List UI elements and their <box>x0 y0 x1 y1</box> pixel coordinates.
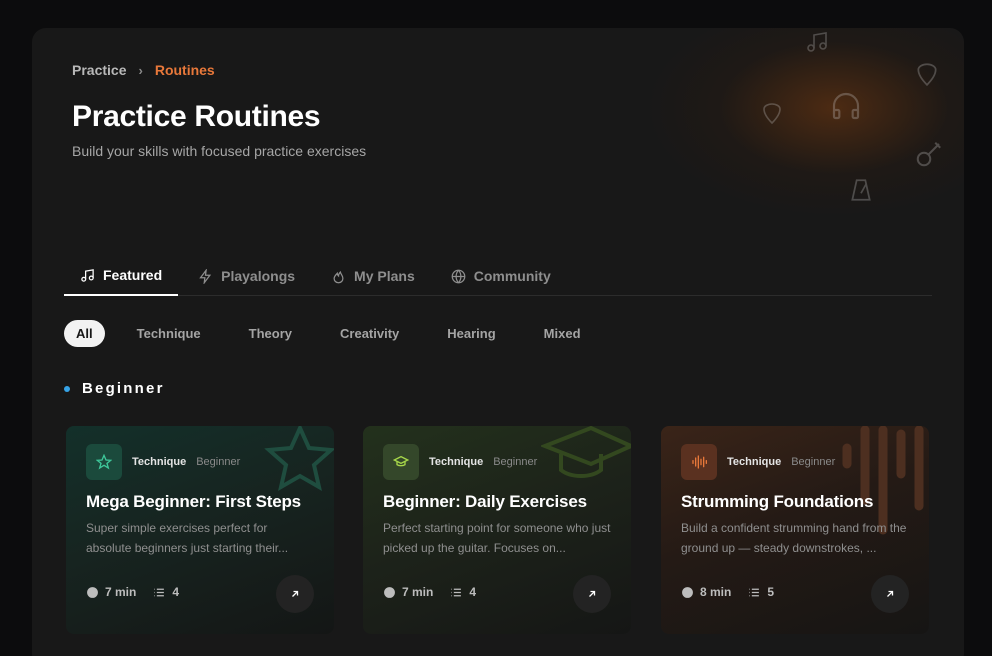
card-header: Technique Beginner <box>86 444 240 480</box>
card-category: Technique <box>429 456 484 468</box>
card-meta: 8 min 5 <box>681 585 774 599</box>
card-duration: 8 min <box>700 585 732 599</box>
flame-icon <box>333 270 344 283</box>
open-routine-button[interactable] <box>871 575 909 613</box>
tab-bar: Featured Playalongs My Plans Community <box>64 256 932 296</box>
tab-label: Playalongs <box>221 268 296 284</box>
arrow-up-right-icon <box>887 590 894 597</box>
globe-icon <box>451 269 466 283</box>
card-description: Super simple exercises perfect for absol… <box>86 521 289 555</box>
arrow-up-right-icon <box>589 590 596 597</box>
breadcrumb-separator: › <box>138 62 143 78</box>
tab-playalongs[interactable]: Playalongs <box>182 256 311 296</box>
card-icon-box <box>383 444 419 480</box>
tab-community[interactable]: Community <box>435 256 567 296</box>
card-category: Technique <box>727 456 782 468</box>
music-note-icon <box>807 32 827 52</box>
card-description: Perfect starting point for someone who j… <box>383 521 611 555</box>
filter-theory[interactable]: Theory <box>229 320 312 347</box>
category-filters: All Technique Theory Creativity Hearing … <box>64 320 601 347</box>
filter-technique[interactable]: Technique <box>117 320 221 347</box>
card-header: Technique Beginner <box>383 444 537 480</box>
metronome-icon <box>851 179 871 201</box>
card-exercise-count: 5 <box>767 585 775 599</box>
routine-card[interactable]: Technique Beginner Mega Beginner: First … <box>66 426 334 634</box>
card-description: Build a confident strumming hand from th… <box>681 521 907 555</box>
tab-label: Featured <box>103 267 163 283</box>
list-icon <box>154 588 165 596</box>
card-icon-box <box>681 444 717 480</box>
routine-card[interactable]: Technique Beginner Beginner: Daily Exerc… <box>363 426 631 634</box>
card-exercise-count: 4 <box>469 585 477 599</box>
card-category: Technique <box>132 456 187 468</box>
card-title: Mega Beginner: First Steps <box>86 492 301 511</box>
card-level: Beginner <box>791 456 836 468</box>
tab-featured[interactable]: Featured <box>64 256 179 296</box>
graduation-cap-icon <box>541 426 631 478</box>
breadcrumb-practice-link[interactable]: Practice <box>72 62 126 78</box>
pick-icon <box>917 63 937 87</box>
hero-glow <box>604 28 964 216</box>
card-exercise-count: 4 <box>172 585 180 599</box>
section-dot <box>64 385 70 392</box>
page-title: Practice Routines <box>72 100 321 133</box>
pick-icon <box>763 103 781 125</box>
card-title: Strumming Foundations <box>681 492 874 511</box>
tab-label: My Plans <box>354 268 415 284</box>
open-routine-button[interactable] <box>573 575 611 613</box>
list-icon <box>749 588 760 596</box>
card-duration: 7 min <box>105 585 137 599</box>
clock-icon <box>384 586 395 598</box>
section-header: Beginner <box>64 380 165 397</box>
main-panel: Practice › Routines Practice Routines Bu… <box>32 28 964 656</box>
card-icon-box <box>86 444 122 480</box>
card-duration: 7 min <box>402 585 434 599</box>
star-icon <box>96 454 112 470</box>
card-level: Beginner <box>493 456 538 468</box>
arrow-up-right-icon <box>292 590 299 597</box>
audio-waveform-icon <box>692 455 707 469</box>
tab-label: Community <box>473 268 551 284</box>
section-title: Beginner <box>82 380 165 397</box>
card-meta: 7 min 4 <box>383 585 476 599</box>
guitar-icon <box>916 142 941 167</box>
card-header: Technique Beginner <box>681 444 835 480</box>
lightning-icon <box>199 268 212 284</box>
card-title: Beginner: Daily Exercises <box>383 492 587 511</box>
filter-all[interactable]: All <box>64 320 105 347</box>
breadcrumb: Practice › Routines <box>72 62 215 78</box>
breadcrumb-current: Routines <box>154 62 215 78</box>
music-note-icon <box>81 268 94 282</box>
filter-hearing[interactable]: Hearing <box>427 320 515 347</box>
graduation-cap-icon <box>393 455 409 467</box>
page-subtitle: Build your skills with focused practice … <box>72 143 367 159</box>
card-level: Beginner <box>196 456 241 468</box>
open-routine-button[interactable] <box>276 575 314 613</box>
tab-my-plans[interactable]: My Plans <box>315 256 431 296</box>
filter-mixed[interactable]: Mixed <box>524 320 601 347</box>
clock-icon <box>87 586 98 598</box>
filter-creativity[interactable]: Creativity <box>320 320 419 347</box>
headphones-icon <box>832 92 860 120</box>
clock-icon <box>682 586 693 598</box>
list-icon <box>451 588 462 596</box>
routine-card[interactable]: Technique Beginner Strumming Foundations… <box>661 426 929 634</box>
card-meta: 7 min 4 <box>86 585 179 599</box>
